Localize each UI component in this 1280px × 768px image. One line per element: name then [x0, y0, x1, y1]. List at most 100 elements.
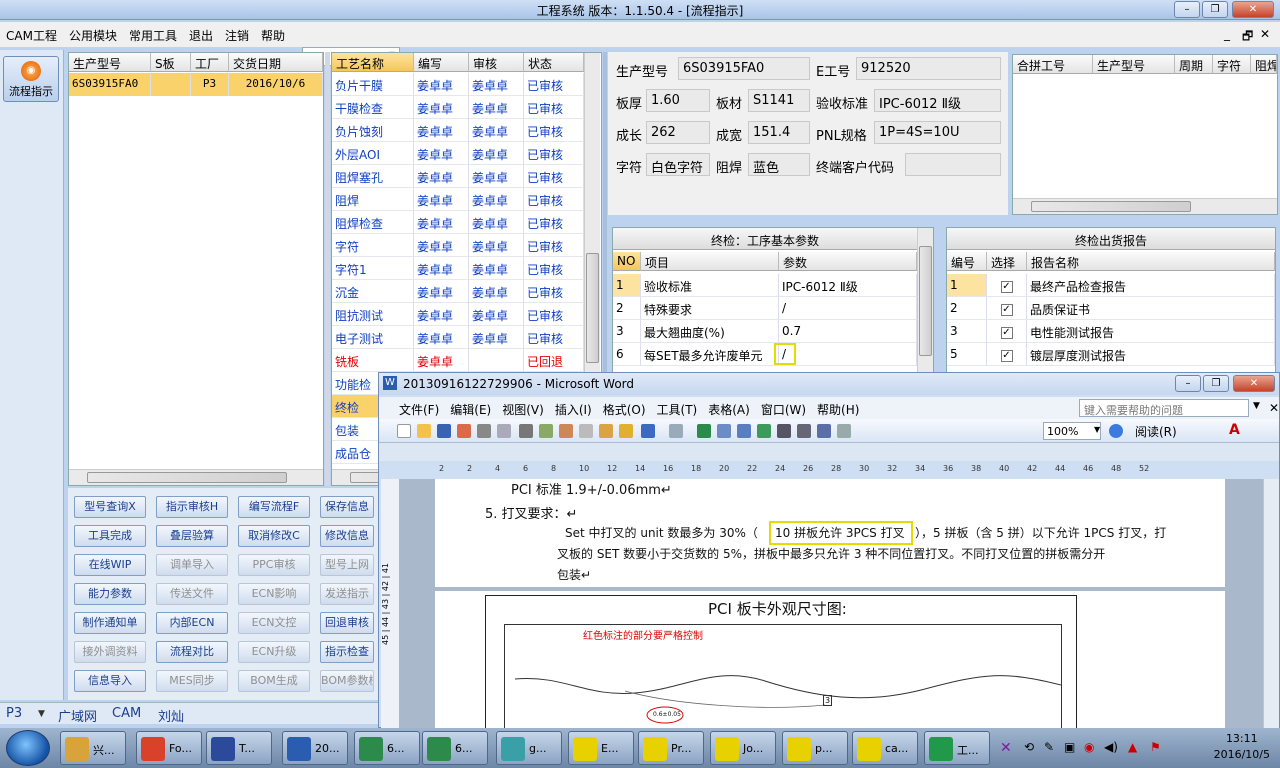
func-button[interactable]: 接外调资料 [74, 641, 146, 663]
table-row[interactable]: 阻焊 姜卓卓 姜卓卓 已审核 [332, 188, 584, 211]
func-button[interactable]: 内部ECN [156, 612, 228, 634]
func-button[interactable]: BOM参数核 [320, 670, 374, 692]
func-button[interactable]: 回退审核 [320, 612, 374, 634]
help-icon[interactable] [1109, 424, 1123, 438]
select-checkbox[interactable]: ✓ [1000, 304, 1013, 316]
scroll-thumb[interactable] [87, 472, 287, 483]
tray-update-icon[interactable]: ⟲ [1024, 740, 1034, 754]
excel-icon[interactable] [757, 424, 771, 438]
mdi-close-button[interactable]: ✕ [1254, 22, 1276, 41]
tray-app-icon[interactable]: ✕ [1000, 740, 1012, 756]
taskbar-button[interactable]: Pr... [638, 731, 704, 765]
table-row[interactable]: 6 每SET最多允许废单元 / [613, 343, 917, 366]
table-row[interactable]: 负片干膜 姜卓卓 姜卓卓 已审核 [332, 73, 584, 96]
col-report-name[interactable]: 报告名称 [1027, 252, 1275, 271]
col-writer[interactable]: 编写 [414, 53, 469, 72]
func-button[interactable]: PPC审核 [238, 554, 310, 576]
new-doc-icon[interactable] [397, 424, 411, 438]
func-button[interactable]: BOM生成 [238, 670, 310, 692]
undo-icon[interactable] [641, 424, 655, 438]
table-row[interactable]: 阻焊塞孔 姜卓卓 姜卓卓 已审核 [332, 165, 584, 188]
col-model[interactable]: 生产型号 [1093, 55, 1175, 74]
volume-icon[interactable]: ◀) [1104, 740, 1118, 754]
word-menu-item[interactable]: 格式(O) [597, 397, 651, 418]
col-reviewer[interactable]: 审核 [469, 53, 524, 72]
show-hide-icon[interactable] [837, 424, 851, 438]
col-factory[interactable]: 工厂 [191, 53, 229, 72]
format-painter-icon[interactable] [619, 424, 633, 438]
word-menu-item[interactable]: 帮助(H) [811, 397, 864, 418]
func-button[interactable]: 型号上网 [320, 554, 374, 576]
pnl-field[interactable]: 1P=4S=10U [874, 121, 1001, 144]
table-row[interactable]: 阻抗测试 姜卓卓 姜卓卓 已审核 [332, 303, 584, 326]
paste-icon[interactable] [599, 424, 613, 438]
taskbar-button[interactable]: p... [782, 731, 848, 765]
select-checkbox[interactable]: ✓ [1000, 281, 1013, 293]
table-row[interactable]: 阻焊检查 姜卓卓 姜卓卓 已审核 [332, 211, 584, 234]
func-button[interactable]: 信息导入 [74, 670, 146, 692]
col-status[interactable]: 状态 [524, 53, 584, 72]
table-row[interactable]: 字符1 姜卓卓 姜卓卓 已审核 [332, 257, 584, 280]
menu-cam[interactable]: CAM工程 [0, 22, 63, 44]
func-button[interactable]: 传送文件 [156, 583, 228, 605]
tray-tool-icon[interactable]: ✎ [1044, 740, 1054, 754]
taskbar-button[interactable]: 兴... [60, 731, 126, 765]
word-menu-item[interactable]: 工具(T) [651, 397, 703, 418]
customer-code-field[interactable] [905, 153, 1001, 176]
close-button[interactable]: ✕ [1232, 1, 1274, 18]
chevron-down-icon[interactable]: ▼ [38, 709, 45, 719]
help-search-input[interactable]: 键入需要帮助的问题 [1079, 399, 1249, 417]
cut-icon[interactable] [559, 424, 573, 438]
minimize-button[interactable]: – [1174, 1, 1200, 18]
func-button[interactable]: 能力参数 [74, 583, 146, 605]
params-vscroll[interactable] [917, 228, 933, 372]
func-button[interactable]: 工具完成 [74, 525, 146, 547]
chevron-down-icon[interactable]: ▼ [1094, 425, 1100, 434]
table-row[interactable]: 1 验收标准 IPC-6012 Ⅱ级 [613, 274, 917, 297]
func-button[interactable]: 编写流程F [238, 496, 310, 518]
open-icon[interactable] [417, 424, 431, 438]
func-button[interactable]: 发送指示 [320, 583, 374, 605]
func-button[interactable]: 取消修改C [238, 525, 310, 547]
taskbar-button[interactable]: 20... [282, 731, 348, 765]
flow-indicator-button[interactable]: ◉ 流程指示 [3, 56, 59, 102]
scroll-thumb[interactable] [1031, 201, 1191, 212]
func-button[interactable]: ECN影响 [238, 583, 310, 605]
standard-field[interactable]: IPC-6012 Ⅱ级 [874, 89, 1001, 112]
table-row[interactable]: 字符 姜卓卓 姜卓卓 已审核 [332, 234, 584, 257]
columns-icon[interactable] [777, 424, 791, 438]
col-s[interactable]: S板 [151, 53, 191, 72]
taskbar-button[interactable]: T... [206, 731, 272, 765]
taskbar-button[interactable]: Jo... [710, 731, 776, 765]
insert-table-icon[interactable] [737, 424, 751, 438]
func-button[interactable]: 指示审核H [156, 496, 228, 518]
taskbar-button[interactable]: 6... [422, 731, 488, 765]
minimize-button[interactable]: – [1175, 375, 1201, 392]
word-menu-item[interactable]: 表格(A) [702, 397, 755, 418]
word-menu-item[interactable]: 编辑(E) [444, 397, 496, 418]
col-date[interactable]: 交货日期 [229, 53, 323, 72]
col-value[interactable]: 参数 [779, 252, 917, 271]
col-char[interactable]: 字符 [1213, 55, 1251, 74]
table-row[interactable]: 6S03915FA0 P3 2016/10/6 [69, 73, 323, 96]
taskbar-button[interactable]: Fo... [136, 731, 202, 765]
maximize-button[interactable]: ❐ [1202, 1, 1228, 18]
func-button[interactable]: 调单导入 [156, 554, 228, 576]
table-row[interactable]: 5 ✓ 镀层厚度测试报告 [947, 343, 1275, 366]
select-checkbox[interactable]: ✓ [1000, 327, 1013, 339]
mask-field[interactable]: 蓝色 [748, 153, 810, 176]
col-item[interactable]: 项目 [641, 252, 779, 271]
col-cycle[interactable]: 周期 [1175, 55, 1213, 74]
preview-icon[interactable] [497, 424, 511, 438]
func-button[interactable]: 型号查询X [74, 496, 146, 518]
permission-icon[interactable] [457, 424, 471, 438]
menu-tools[interactable]: 常用工具 [123, 22, 183, 44]
table-row[interactable]: 干膜检查 姜卓卓 姜卓卓 已审核 [332, 96, 584, 119]
taskbar-button[interactable]: E... [568, 731, 634, 765]
network-icon[interactable]: ▣ [1064, 740, 1075, 754]
func-button[interactable]: 叠层验算 [156, 525, 228, 547]
func-button[interactable]: 修改信息 [320, 525, 374, 547]
word-menu-item[interactable]: 文件(F) [393, 397, 444, 418]
table-row[interactable]: 铣板 姜卓卓 已回退 [332, 349, 584, 372]
save-icon[interactable] [437, 424, 451, 438]
